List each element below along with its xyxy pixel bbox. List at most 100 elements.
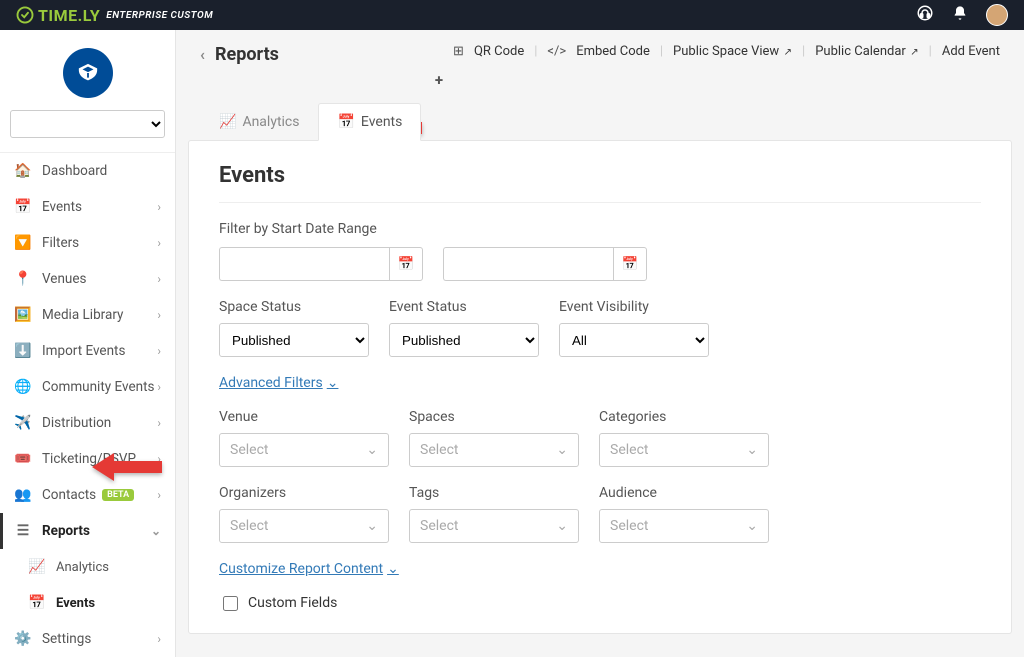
event-visibility-select[interactable]: All	[559, 323, 709, 357]
organizers-select[interactable]: Select⌄	[219, 509, 389, 543]
sidebar-item-dashboard[interactable]: 🏠Dashboard	[0, 153, 175, 189]
sidebar: 🏠Dashboard 📅Events› 🔽Filters› 📍Venues› 🖼…	[0, 30, 176, 657]
categories-field: Categories Select⌄	[599, 409, 769, 467]
sidebar-sub-analytics[interactable]: 📈Analytics	[0, 549, 175, 585]
sidebar-item-label: Filters	[42, 235, 79, 251]
advanced-filters-toggle[interactable]: Advanced Filters ⌄	[219, 375, 338, 391]
avatar[interactable]	[986, 4, 1008, 26]
venue-select[interactable]: Select⌄	[219, 433, 389, 467]
chevron-right-icon: ›	[157, 308, 161, 322]
event-status-select[interactable]: Published	[389, 323, 539, 357]
audience-select[interactable]: Select⌄	[599, 509, 769, 543]
topbar: TIME.LY ENTERPRISE CUSTOM	[0, 0, 1024, 30]
chevron-right-icon: ›	[157, 632, 161, 646]
chevron-right-icon: ›	[157, 380, 161, 394]
calendar-icon: 📅	[337, 114, 354, 130]
custom-fields-checkbox[interactable]	[223, 596, 238, 611]
chevron-down-icon: ⌄	[387, 561, 399, 577]
end-date-input[interactable]	[443, 247, 613, 281]
plus-icon[interactable]: +	[433, 69, 1000, 89]
space-status-select[interactable]: Published	[219, 323, 369, 357]
field-label: Audience	[599, 485, 769, 501]
sidebar-item-contacts[interactable]: 👥ContactsBETA›	[0, 477, 175, 513]
event-status-field: Event Status Published	[389, 299, 539, 357]
organizers-field: Organizers Select⌄	[219, 485, 389, 543]
sidebar-item-label: Distribution	[42, 415, 111, 431]
sidebar-item-filters[interactable]: 🔽Filters›	[0, 225, 175, 261]
send-icon: ✈️	[14, 415, 32, 431]
field-label: Event Status	[389, 299, 539, 315]
field-label: Tags	[409, 485, 579, 501]
chevron-right-icon: ›	[157, 236, 161, 250]
tab-analytics[interactable]: 📈Analytics	[200, 103, 318, 141]
bell-icon[interactable]	[952, 5, 968, 25]
top-icons	[916, 4, 1008, 26]
field-label: Space Status	[219, 299, 369, 315]
chevron-right-icon: ›	[157, 344, 161, 358]
page-title: Reports	[215, 44, 279, 65]
sidebar-item-label: Events	[42, 199, 82, 215]
sidebar-item-reports[interactable]: ☰ Reports ⌄	[0, 513, 175, 549]
sidebar-item-community[interactable]: 🌐 Community Events›	[0, 369, 175, 405]
categories-select[interactable]: Select⌄	[599, 433, 769, 467]
events-panel: Events Filter by Start Date Range 📅 📅 Sp…	[188, 140, 1012, 634]
sidebar-item-label: Venues	[42, 271, 87, 287]
brand-logo: TIME.LY	[16, 6, 100, 25]
sidebar-item-label: Import Events	[42, 343, 125, 359]
end-date-picker[interactable]: 📅	[613, 247, 647, 281]
sidebar-item-distribution[interactable]: ✈️Distribution›	[0, 405, 175, 441]
chevron-right-icon: ›	[157, 200, 161, 214]
chevron-down-icon: ⌄	[366, 518, 378, 534]
field-label: Categories	[599, 409, 769, 425]
sidebar-item-label: Settings	[42, 631, 91, 647]
tags-select[interactable]: Select⌄	[409, 509, 579, 543]
globe-icon: 🌐	[14, 379, 32, 395]
sidebar-item-label: Reports	[42, 523, 90, 539]
qr-code-link[interactable]: QR Code	[474, 44, 524, 59]
public-calendar-link[interactable]: Public Calendar ↗	[815, 44, 918, 59]
tab-label: Analytics	[242, 114, 299, 130]
sidebar-item-label: Ticketing/RSVP	[42, 451, 136, 467]
space-selector[interactable]	[10, 110, 165, 138]
end-date-group: 📅	[443, 247, 647, 281]
calendar-icon: 📅	[398, 256, 415, 272]
public-space-link[interactable]: Public Space View ↗	[673, 44, 792, 59]
sidebar-sub-events[interactable]: 📅Events	[0, 585, 175, 621]
chevron-down-icon: ⌄	[556, 518, 568, 534]
sidebar-item-import[interactable]: ⬇️ Import Events ›	[0, 333, 175, 369]
custom-fields-option[interactable]: Custom Fields	[219, 595, 981, 611]
sidebar-item-venues[interactable]: 📍Venues›	[0, 261, 175, 297]
tags-field: Tags Select⌄	[409, 485, 579, 543]
home-icon: 🏠	[14, 163, 32, 179]
start-date-picker[interactable]: 📅	[389, 247, 423, 281]
pin-icon: 📍	[14, 271, 32, 287]
customize-report-toggle[interactable]: Customize Report Content ⌄	[219, 561, 399, 577]
list-icon: ☰	[14, 523, 32, 539]
embed-code-link[interactable]: Embed Code	[576, 44, 650, 59]
start-date-input[interactable]	[219, 247, 389, 281]
brand-name: TIME.LY	[38, 6, 100, 25]
org-logo	[63, 48, 113, 98]
sidebar-item-ticketing[interactable]: 🎟️Ticketing/RSVP›	[0, 441, 175, 477]
gear-icon: ⚙️	[14, 631, 32, 647]
spaces-select[interactable]: Select⌄	[409, 433, 579, 467]
filter-label: Filter by Start Date Range	[219, 221, 981, 237]
field-label: Spaces	[409, 409, 579, 425]
space-status-field: Space Status Published	[219, 299, 369, 357]
sidebar-item-events[interactable]: 📅Events›	[0, 189, 175, 225]
tab-events[interactable]: 📅Events	[318, 103, 421, 141]
chart-icon: 📈	[28, 559, 46, 575]
chevron-down-icon: ⌄	[746, 518, 758, 534]
add-event-link[interactable]: Add Event	[942, 44, 1000, 59]
qr-icon: ⊞	[453, 44, 464, 59]
download-icon: ⬇️	[14, 343, 32, 359]
ticket-icon: 🎟️	[14, 451, 32, 467]
header-links: ⊞QR Code| </>Embed Code| Public Space Vi…	[433, 44, 1000, 89]
sidebar-item-media[interactable]: 🖼️Media Library›	[0, 297, 175, 333]
sidebar-item-label: Community Events	[42, 379, 154, 395]
sidebar-item-settings[interactable]: ⚙️ Settings ›	[0, 621, 175, 657]
chevron-right-icon: ›	[157, 488, 161, 502]
chevron-down-icon: ⌄	[151, 524, 161, 538]
support-icon[interactable]	[916, 4, 934, 26]
back-button[interactable]: ‹	[200, 45, 205, 64]
